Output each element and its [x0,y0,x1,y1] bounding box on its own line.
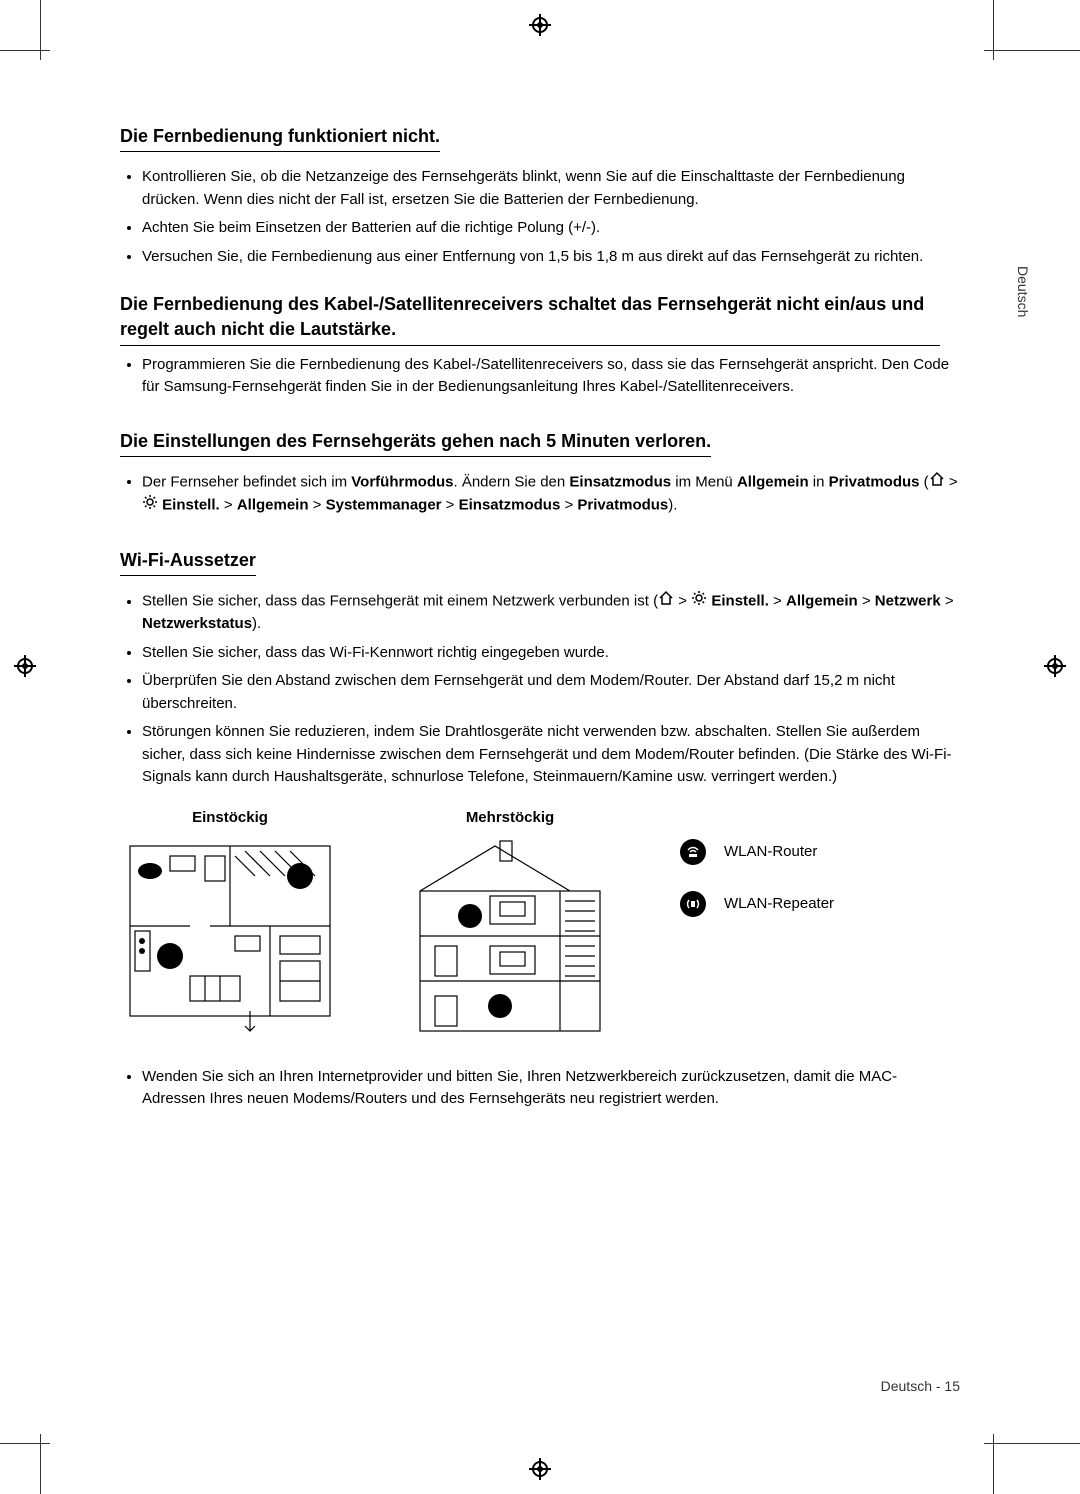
text: in [809,473,829,490]
page-footer: Deutsch - 15 [881,1378,960,1394]
diagram-single-story: Einstöckig [120,809,340,1036]
diagram-caption: Einstöckig [120,809,340,826]
page-content: Die Fernbedienung funktioniert nicht. Ko… [0,0,1080,1177]
bold-text: Allgemein [737,473,809,490]
bold-text: Einstell. [162,497,220,514]
crop-mark [984,1443,1080,1444]
separator: > [674,593,691,610]
bold-text: Systemmanager [326,497,442,514]
bold-text: Privatmodus [577,497,668,514]
bold-text: Allgemein [786,593,858,610]
registration-mark-icon [529,14,551,36]
bold-text: Privatmodus [829,473,920,490]
floorplan-illustration [120,836,340,1036]
separator: > [220,497,237,514]
gear-icon [142,494,158,518]
bold-text: Allgemein [237,497,309,514]
separator: > [560,497,577,514]
list-item: Stellen Sie sicher, dass das Wi-Fi-Kennw… [142,642,960,665]
bold-text: Einstell. [711,593,769,610]
registration-mark-icon [529,1458,551,1480]
list-item: Wenden Sie sich an Ihren Internetprovide… [142,1066,960,1111]
diagram-multi-story: Mehrstöckig [400,809,620,1036]
text: im Menü [671,473,737,490]
diagram-legend: WLAN-Router WLAN-Repeater [680,809,834,917]
separator: > [941,593,954,610]
diagram-caption: Mehrstöckig [400,809,620,826]
list-item: Versuchen Sie, die Fernbedienung aus ein… [142,246,960,269]
text: . Ändern Sie den [453,473,569,490]
crop-mark [0,1443,50,1444]
bullet-list: Wenden Sie sich an Ihren Internetprovide… [120,1066,960,1111]
separator: > [309,497,326,514]
home-icon [658,590,674,614]
separator: > [858,593,875,610]
section-heading-remote-not-working: Die Fernbedienung funktioniert nicht. [120,124,440,152]
bold-text: Netzwerk [875,593,941,610]
section-heading-wifi-dropouts: Wi-Fi-Aussetzer [120,548,256,576]
crop-mark [0,50,50,51]
bold-text: Einsatzmodus [569,473,671,490]
list-item: Achten Sie beim Einsetzen der Batterien … [142,217,960,240]
crop-mark [984,50,1080,51]
language-tab: Deutsch [1012,260,1034,323]
list-item: Störungen können Sie reduzieren, indem S… [142,721,960,789]
registration-mark-icon [1044,655,1066,677]
crop-mark [993,0,994,60]
text: Der Fernseher befindet sich im [142,473,351,490]
bullet-list: Der Fernseher befindet sich im Vorführmo… [120,471,960,518]
list-item: Überprüfen Sie den Abstand zwischen dem … [142,670,960,715]
router-icon [680,839,706,865]
gear-icon [691,590,707,614]
list-item: Der Fernseher befindet sich im Vorführmo… [142,471,960,518]
bullet-list: Kontrollieren Sie, ob die Netzanzeige de… [120,166,960,268]
house-illustration [400,836,620,1036]
section-heading-receiver-remote: Die Fernbedienung des Kabel-/Satellitenr… [120,292,940,345]
list-item: Kontrollieren Sie, ob die Netzanzeige de… [142,166,960,211]
diagram-row: Einstöckig [120,809,960,1036]
bold-text: Vorführmodus [351,473,453,490]
home-icon [929,471,945,495]
list-item: Programmieren Sie die Fernbedienung des … [142,354,960,399]
crop-mark [40,0,41,60]
registration-mark-icon [14,655,36,677]
bullet-list: Stellen Sie sicher, dass das Fernsehgerä… [120,590,960,789]
bold-text: Netzwerkstatus [142,615,252,632]
text: ). [668,497,677,514]
legend-label: WLAN-Repeater [724,895,834,912]
section-heading-settings-lost: Die Einstellungen des Fernsehgeräts gehe… [120,429,711,457]
text: Stellen Sie sicher, dass das Fernsehgerä… [142,593,658,610]
separator: > [442,497,459,514]
repeater-icon [680,891,706,917]
list-item: Stellen Sie sicher, dass das Fernsehgerä… [142,590,960,636]
bullet-list: Programmieren Sie die Fernbedienung des … [120,354,960,399]
separator: > [945,473,958,490]
text: ). [252,615,261,632]
legend-item-router: WLAN-Router [680,839,834,865]
legend-label: WLAN-Router [724,843,817,860]
legend-item-repeater: WLAN-Repeater [680,891,834,917]
bold-text: Einsatzmodus [459,497,561,514]
separator: > [769,593,786,610]
text: ( [920,473,929,490]
